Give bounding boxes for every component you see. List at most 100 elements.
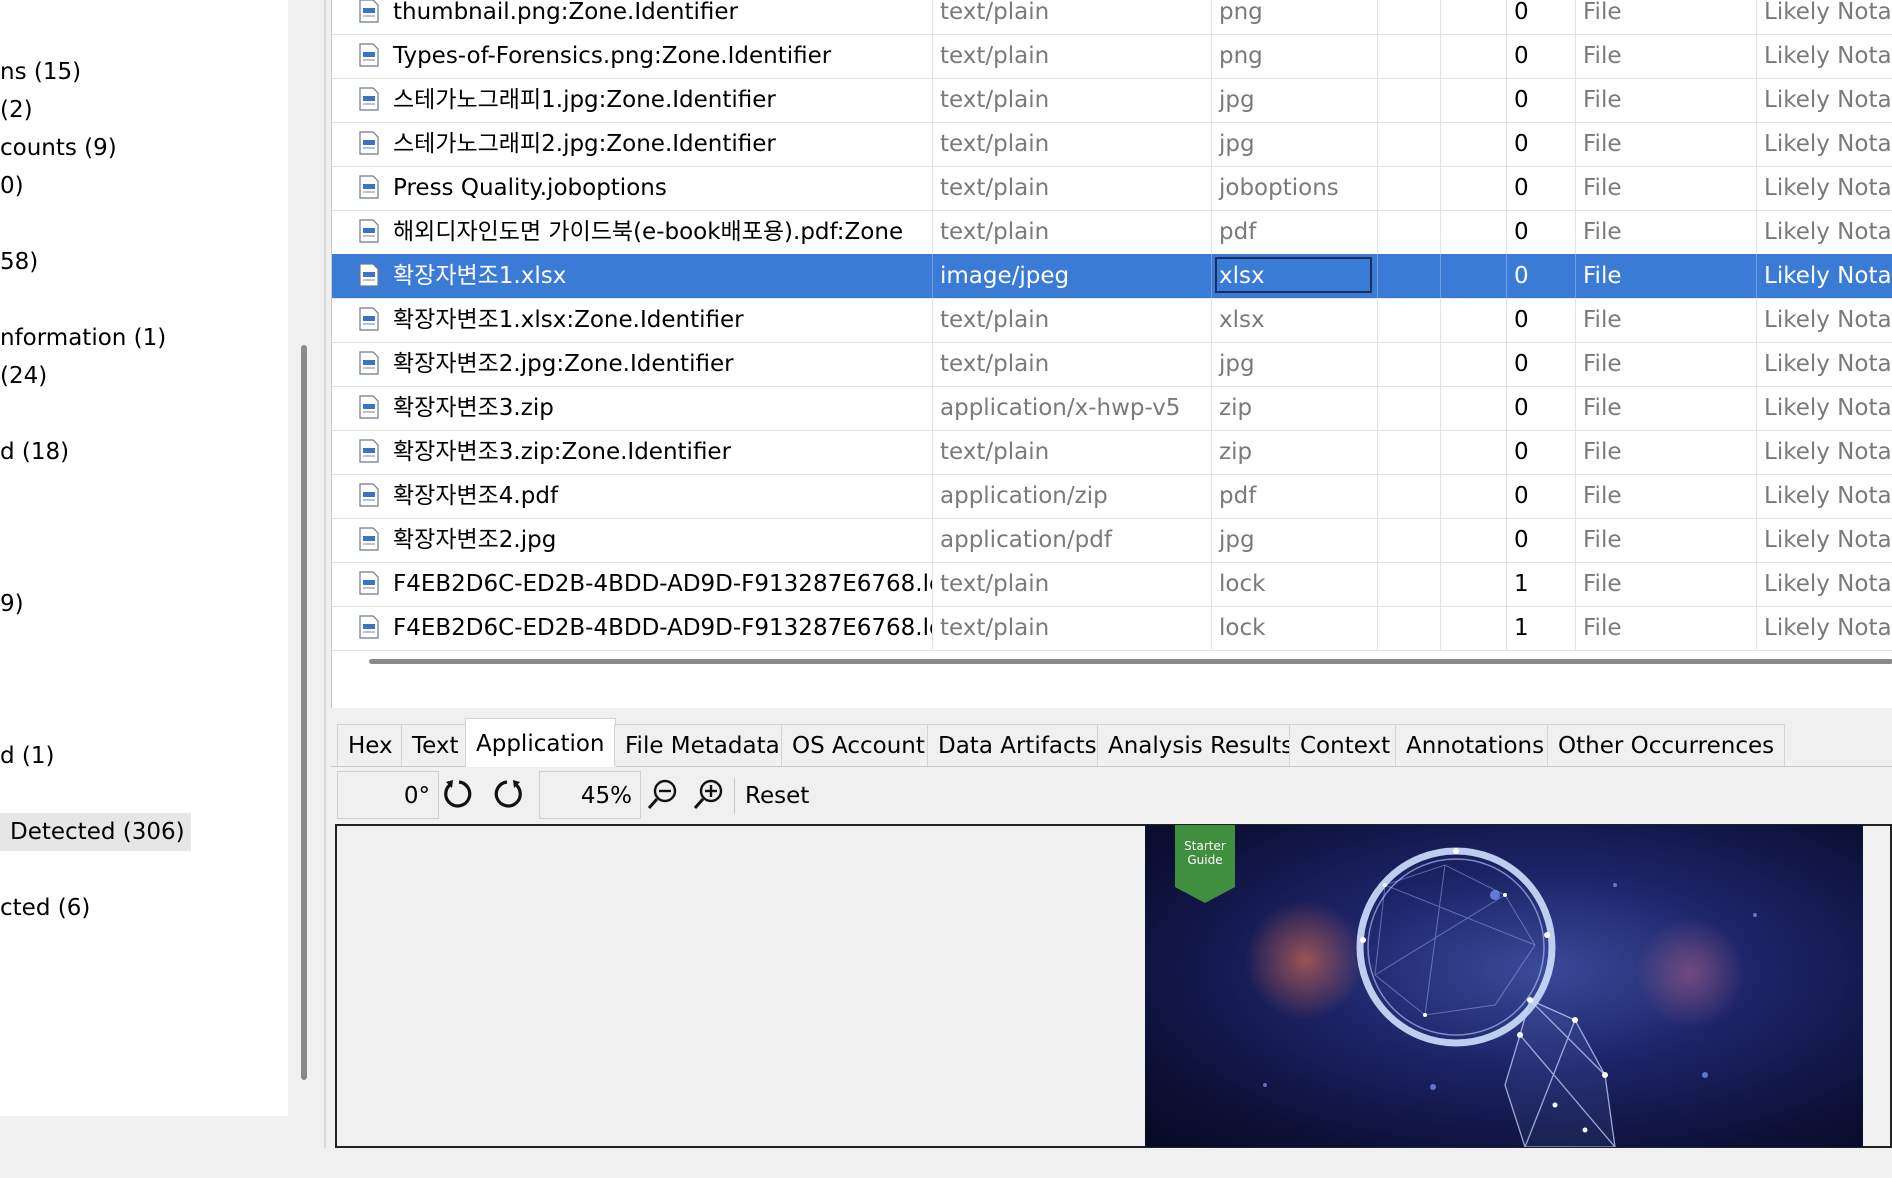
zoom-level-input[interactable]: 45% <box>539 771 641 819</box>
table-row[interactable]: 확장자변조2.jpg:Zone.Identifier text/plain jpg 0… <box>332 342 1892 387</box>
type-cell: File <box>1576 298 1757 342</box>
file-name-cell: 해외디자인도면 가이드북(e-book배포용).pdf:Zone <box>332 210 933 254</box>
image-preview: Starter Guide <box>1145 825 1863 1147</box>
count-cell: 0 <box>1507 34 1576 78</box>
tree-item[interactable]: (2) <box>0 91 33 129</box>
type-cell: File <box>1576 0 1757 34</box>
count-cell: 0 <box>1507 342 1576 386</box>
tab-other-occurrences[interactable]: Other Occurrences <box>1547 724 1786 766</box>
type-cell: File <box>1576 430 1757 474</box>
results-table: thumbnail.png:Zone.Identifier text/plain p… <box>331 0 1892 708</box>
extension-cell: lock <box>1212 606 1378 650</box>
file-name-cell: Press Quality.joboptions <box>332 166 933 210</box>
count-cell: 1 <box>1507 606 1576 650</box>
count-cell: 0 <box>1507 386 1576 430</box>
empty-cell <box>1441 474 1507 518</box>
count-cell: 0 <box>1507 210 1576 254</box>
rotate-left-icon[interactable] <box>441 776 477 812</box>
table-row[interactable]: F4EB2D6C-ED2B-4BDD-AD9D-F913287E6768.loc… <box>332 606 1892 651</box>
tree-item[interactable]: 58) <box>0 243 38 281</box>
tree-item[interactable]: nformation (1) <box>0 319 166 357</box>
score-cell: Likely Notable <box>1764 571 1892 597</box>
badge-line-2: Guide <box>1187 853 1223 867</box>
extension-cell: jpg <box>1212 342 1378 386</box>
extension-cell: jpg <box>1212 78 1378 122</box>
table-row[interactable]: 스테가노그래피2.jpg:Zone.Identifier text/plain jp… <box>332 122 1892 167</box>
table-row[interactable]: 확장자변조1.xlsx:Zone.Identifier text/plain xls… <box>332 298 1892 343</box>
empty-cell <box>1378 606 1441 650</box>
table-row[interactable]: 확장자변조4.pdf application/zip pdf 0 File Likely … <box>332 474 1892 519</box>
table-row[interactable]: thumbnail.png:Zone.Identifier text/plain p… <box>332 0 1892 35</box>
type-cell: File <box>1576 342 1757 386</box>
count-cell: 0 <box>1507 518 1576 562</box>
rotate-right-icon[interactable] <box>489 776 525 812</box>
count-cell: 0 <box>1507 254 1576 298</box>
file-name-cell: 확장자변조2.jpg:Zone.Identifier <box>332 342 933 386</box>
mime-type-cell: text/plain <box>933 342 1212 386</box>
table-row[interactable]: 확장자변조3.zip:Zone.Identifier text/plain zip 0… <box>332 430 1892 475</box>
preview-artwork <box>1175 825 1757 1147</box>
tree-item[interactable]: ns (15) <box>0 53 81 91</box>
type-cell: File <box>1576 606 1757 650</box>
mime-type-cell: text/plain <box>933 0 1212 34</box>
score-cell: Likely Notable <box>1764 527 1892 553</box>
table-row[interactable]: Press Quality.joboptions text/plain jobopt… <box>332 166 1892 211</box>
score-cell: Likely Notable <box>1764 615 1892 641</box>
panel-splitter[interactable] <box>324 0 326 1178</box>
score-cell: Likely Notable <box>1764 395 1892 421</box>
extension-cell: lock <box>1212 562 1378 606</box>
tab-context[interactable]: Context <box>1289 724 1402 766</box>
tab-file-metadata[interactable]: File Metadata <box>614 724 791 766</box>
empty-cell <box>1378 254 1441 298</box>
rotation-input[interactable]: 0° <box>337 771 439 819</box>
type-cell: File <box>1576 210 1757 254</box>
table-row[interactable]: 해외디자인도면 가이드북(e-book배포용).pdf:Zone text/pla… <box>332 210 1892 255</box>
empty-cell <box>1378 0 1441 34</box>
tree-scrollbar-thumb[interactable] <box>301 345 307 1080</box>
count-cell: 0 <box>1507 430 1576 474</box>
zoom-out-icon[interactable] <box>645 776 681 812</box>
tab-analysis-results[interactable]: Analysis Results <box>1097 724 1305 766</box>
reset-button[interactable]: Reset <box>745 768 809 824</box>
tree-item[interactable]: 0) <box>0 167 24 205</box>
tab-annotations[interactable]: Annotations <box>1395 724 1556 766</box>
tree-item-selected[interactable]: Detected (306) <box>0 813 191 851</box>
file-name-cell: 확장자변조1.xlsx <box>332 254 933 298</box>
empty-cell <box>1441 430 1507 474</box>
tree-item[interactable]: counts (9) <box>0 129 117 167</box>
tab-application[interactable]: Application <box>465 718 616 767</box>
tab-data-artifacts[interactable]: Data Artifacts <box>927 724 1108 766</box>
status-strip <box>0 1148 1892 1178</box>
table-row-selected[interactable]: 확장자변조1.xlsx image/jpeg xlsx 0 File Likely Not… <box>332 254 1892 299</box>
score-cell: Likely Notable <box>1764 439 1892 465</box>
empty-cell <box>1441 34 1507 78</box>
table-row[interactable]: Types-of-Forensics.png:Zone.Identifier te… <box>332 34 1892 79</box>
tree-item[interactable]: d (18) <box>0 433 69 471</box>
table-horizontal-scrollbar[interactable] <box>369 659 1892 664</box>
tree-item[interactable]: (24) <box>0 357 47 395</box>
file-name-cell: Types-of-Forensics.png:Zone.Identifier <box>332 34 933 78</box>
empty-cell <box>1441 606 1507 650</box>
table-row[interactable]: F4EB2D6C-ED2B-4BDD-AD9D-F913287E6768.loc… <box>332 562 1892 607</box>
score-cell: Likely Notable <box>1764 87 1892 113</box>
table-row[interactable]: 확장자변조2.jpg application/pdf jpg 0 File Likely … <box>332 518 1892 563</box>
mime-type-cell: application/pdf <box>933 518 1212 562</box>
score-cell: Likely Notable <box>1764 175 1892 201</box>
table-row[interactable]: 확장자변조3.zip application/x-hwp-v5 zip 0 File Li… <box>332 386 1892 431</box>
toolbar-separator <box>734 778 735 814</box>
image-viewer-toolbar: 0° 45% Reset <box>333 768 1892 824</box>
badge-text: Starter Guide <box>1175 839 1235 867</box>
tree-item[interactable]: 9) <box>0 585 24 623</box>
tab-text[interactable]: Text <box>401 724 470 766</box>
empty-cell <box>1378 166 1441 210</box>
zoom-in-icon[interactable] <box>691 776 727 812</box>
tree-item[interactable]: d (1) <box>0 737 55 775</box>
tree-item[interactable]: cted (6) <box>0 889 90 927</box>
tab-os-account[interactable]: OS Account <box>781 724 936 766</box>
score-cell: Likely Notable <box>1764 219 1892 245</box>
table-row[interactable]: 스테가노그래피1.jpg:Zone.Identifier text/plain jp… <box>332 78 1892 123</box>
extension-cell: zip <box>1212 386 1378 430</box>
mime-type-cell: text/plain <box>933 78 1212 122</box>
file-name-cell: thumbnail.png:Zone.Identifier <box>332 0 933 34</box>
tab-hex[interactable]: Hex <box>337 724 404 766</box>
